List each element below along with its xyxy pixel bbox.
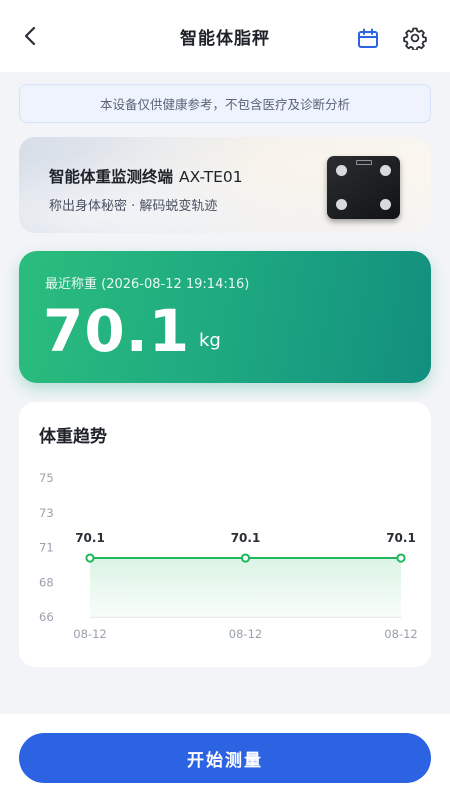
y-tick-label: 71: [39, 541, 54, 555]
series-area: [90, 558, 401, 618]
calendar-icon: [358, 28, 378, 48]
x-tick-label: 08-12: [384, 627, 417, 641]
device-title: 智能体重监测终端 AX-TE01: [49, 165, 243, 187]
scale-electrode: [336, 199, 347, 210]
start-measure-label: 开始测量: [187, 750, 263, 771]
weight-trend-card: 体重趋势 75 73 71 68 66 70.1 70.1 70.1 08-12 08-12 08-…: [19, 402, 431, 667]
app-header: 智能体脂秤: [0, 0, 450, 72]
x-tick-label: 08-12: [73, 627, 106, 641]
disclaimer-banner: 本设备仅供健康参考，不包含医疗及诊断分析: [19, 84, 431, 123]
gear-icon: [403, 27, 427, 50]
device-model: AX-TE01: [179, 168, 243, 186]
x-tick-label: 08-12: [229, 627, 262, 641]
scale-electrode: [380, 165, 391, 176]
y-tick-label: 66: [39, 610, 54, 624]
latest-weight-card[interactable]: 最近称重 (2026-08-12 19:14:16) 70.1 kg: [19, 251, 431, 383]
y-tick-label: 68: [39, 575, 54, 589]
page-title: 智能体脂秤: [180, 28, 270, 49]
calendar-button[interactable]: [353, 24, 383, 54]
chevron-left-icon: [24, 26, 36, 46]
y-tick-label: 75: [39, 471, 54, 485]
weight-trend-chart: 75 73 71 68 66 70.1 70.1 70.1 08-12 08-12 08-12: [39, 471, 418, 641]
data-label: 70.1: [75, 531, 105, 545]
data-point: [240, 553, 251, 563]
scale-electrode: [336, 165, 347, 176]
disclaimer-text: 本设备仅供健康参考，不包含医疗及诊断分析: [99, 97, 350, 112]
scale-electrode: [380, 199, 391, 210]
device-slogan: 称出身体秘密 · 解码蜕变轨迹: [49, 199, 218, 214]
scale-image: [327, 156, 400, 219]
data-point: [396, 553, 406, 563]
settings-button[interactable]: [400, 23, 430, 53]
back-button[interactable]: [16, 22, 44, 50]
data-label: 70.1: [231, 531, 261, 545]
start-measure-button[interactable]: 开始测量: [19, 733, 431, 783]
y-tick-label: 73: [39, 506, 54, 520]
data-label: 70.1: [386, 531, 416, 545]
data-point: [85, 553, 95, 563]
scale-display: [356, 160, 372, 165]
device-name: 智能体重监测终端: [49, 168, 174, 186]
latest-weight-value: 70.1: [43, 297, 191, 365]
latest-weight-label: 最近称重 (2026-08-12 19:14:16): [45, 277, 250, 292]
device-card[interactable]: 智能体重监测终端 AX-TE01 称出身体秘密 · 解码蜕变轨迹: [19, 137, 431, 233]
latest-weight-unit: kg: [199, 330, 221, 351]
